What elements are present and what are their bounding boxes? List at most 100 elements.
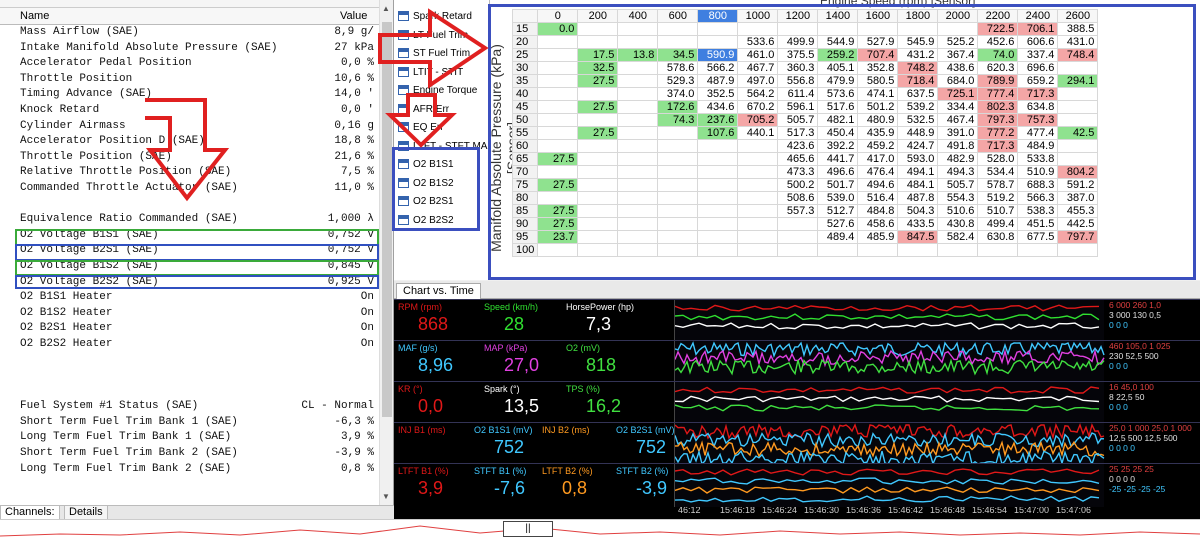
gauge-value: 7,3: [586, 314, 612, 334]
parameter-value: 27 kPa: [334, 41, 374, 54]
gauge-label: INJ B1 (ms): [398, 425, 446, 435]
parameter-row[interactable]: Short Term Fuel Trim Bank 1 (SAE) -6,3 %: [0, 415, 378, 431]
parameter-value: 8,9 g/: [334, 26, 374, 38]
gauge-label: HorsePower (hp): [566, 302, 635, 312]
parameter-row[interactable]: Short Term Fuel Trim Bank 2 (SAE) -3,9 %: [0, 446, 378, 462]
table-icon: [398, 103, 409, 114]
scale-label: 3 000 130 0,5: [1109, 310, 1161, 320]
trace-scale: 6 000 260 1,0 3 000 130 0,5 0 0 0: [1106, 300, 1200, 343]
gauge-label: STFT B1 (%): [474, 466, 527, 476]
chart-row: KR (°) 0,0 Spark (°) 13,5 TPS (%) 16,2 16 45,0…: [394, 381, 1200, 425]
parameter-row[interactable]: Timing Advance (SAE) 14,0 ': [0, 87, 378, 103]
parameter-row[interactable]: Relative Throttle Position (SAE) 7,5 %: [0, 165, 378, 181]
parameter-row[interactable]: [0, 384, 378, 400]
parameter-value: 3,9 %: [340, 431, 374, 444]
parameter-name: O2 B2S1 Heater: [20, 322, 113, 335]
gauge-label: Spark (°): [484, 384, 520, 394]
gauge-label: O2 B1S1 (mV): [474, 425, 533, 435]
parameter-row[interactable]: O2 B2S2 Heater On: [0, 337, 378, 353]
parameter-row[interactable]: Knock Retard 0,0 ': [0, 103, 378, 119]
parameter-row[interactable]: Long Term Fuel Trim Bank 1 (SAE) 3,9 %: [0, 430, 378, 446]
timeline-marker-button[interactable]: ||: [503, 521, 553, 537]
scale-label: 230 52,5 500: [1109, 351, 1159, 361]
parameter-name: Relative Throttle Position (SAE): [20, 166, 232, 179]
parameter-row[interactable]: [0, 368, 378, 384]
parameter-name: Accelerator Position D (SAE): [20, 135, 205, 148]
gauge-group: INJ B1 (ms) O2 B1S1 (mV) 752 INJ B2 (ms) O2 …: [394, 423, 675, 466]
parameter-value: On: [360, 291, 374, 304]
parameter-row[interactable]: [0, 352, 378, 368]
table-icon: [398, 48, 409, 59]
o2-b2s1-highlight-box: [15, 244, 379, 261]
table-icon: [398, 11, 409, 22]
parameter-row[interactable]: Commanded Throttle Actuator (SAE) 11,0 %: [0, 181, 378, 197]
parameter-row[interactable]: Throttle Position 10,6 %: [0, 72, 378, 88]
channel-label: AFR Err: [413, 103, 450, 115]
parameter-name: Throttle Position: [20, 72, 133, 85]
scroll-down-icon[interactable]: ▼: [382, 492, 390, 501]
trace-plot[interactable]: [674, 464, 1104, 507]
parameter-row[interactable]: Cylinder Airmass 0,16 g: [0, 119, 378, 135]
table-icon: [398, 66, 409, 77]
parameter-row[interactable]: Accelerator Position D (SAE) 18,8 %: [0, 134, 378, 150]
app-window: Name Value Mass Airflow (SAE) 8,9 g/Intak…: [0, 0, 1200, 538]
scale-label: 25,0 1 000 25,0 1 000: [1109, 423, 1192, 433]
tab-channels[interactable]: Channels:: [0, 506, 60, 520]
value-column-header[interactable]: Value: [340, 10, 367, 22]
trace-plot[interactable]: [674, 382, 1104, 425]
trace-plot[interactable]: [674, 300, 1104, 343]
parameter-row[interactable]: O2 B2S1 Heater On: [0, 321, 378, 337]
parameter-row[interactable]: [0, 197, 378, 213]
scroll-up-icon[interactable]: ▲: [382, 4, 390, 13]
channel-item[interactable]: ST Fuel Trim: [396, 45, 488, 63]
parameter-row[interactable]: Long Term Fuel Trim Bank 2 (SAE) 0,8 %: [0, 462, 378, 478]
parameter-name: Timing Advance (SAE): [20, 88, 153, 101]
parameter-row[interactable]: Accelerator Pedal Position 0,0 %: [0, 56, 378, 72]
chart-row: RPM (rpm) 868 Speed (km/h) 28 HorsePower (hp…: [394, 299, 1200, 343]
table-icon: [398, 122, 409, 133]
channel-label: LTIT - STIT: [413, 66, 464, 78]
channel-item[interactable]: AFR Err: [396, 101, 488, 119]
scale-label: -25 -25 -25 -25: [1109, 484, 1166, 494]
name-column-header[interactable]: Name: [20, 10, 49, 22]
scale-label: 0 0 0: [1109, 320, 1128, 330]
scale-label: 6 000 260 1,0: [1109, 300, 1161, 310]
gauge-label: LTFT B2 (%): [542, 466, 593, 476]
gauge-value: 752: [494, 437, 525, 457]
trace-plot[interactable]: [674, 423, 1105, 466]
chart-tab-bar: Chart vs. Time: [394, 281, 1200, 299]
parameter-row[interactable]: O2 B1S2 Heater On: [0, 306, 378, 322]
channel-item[interactable]: Engine Torque: [396, 82, 488, 100]
gauge-value: 16,2: [586, 396, 622, 416]
tab-chart-vs-time[interactable]: Chart vs. Time: [396, 283, 481, 299]
parameter-row[interactable]: Mass Airflow (SAE) 8,9 g/: [0, 25, 378, 41]
gauge-label: Speed (km/h): [484, 302, 539, 312]
parameter-row[interactable]: Fuel System #1 Status (SAE) CL - Normal: [0, 399, 378, 415]
parameter-name: Equivalence Ratio Commanded (SAE): [20, 213, 238, 226]
scroll-thumb[interactable]: [382, 22, 392, 417]
parameter-row[interactable]: Equivalence Ratio Commanded (SAE) 1,000 λ: [0, 212, 378, 228]
gauge-group: MAF (g/s) 8,96 MAP (kPa) 27,0 O2 (mV) 818: [394, 341, 672, 384]
channel-item[interactable]: LTIT - STIT: [396, 64, 488, 82]
table-icon: [398, 29, 409, 40]
timeline-strip[interactable]: ||: [0, 519, 1200, 538]
channel-item[interactable]: Spark Retard: [396, 8, 488, 26]
gauge-label: KR (°): [398, 384, 423, 394]
gauge-label: O2 B2S1 (mV): [616, 425, 675, 435]
parameter-value: 11,0 %: [334, 181, 374, 194]
channel-item[interactable]: EQ Err: [396, 119, 488, 137]
chart-row: MAF (g/s) 8,96 MAP (kPa) 27,0 O2 (mV) 818 460 …: [394, 340, 1200, 384]
trace-plot[interactable]: [674, 341, 1105, 384]
channel-item[interactable]: LT Fuel Trim: [396, 27, 488, 45]
parameter-panel: Name Value Mass Airflow (SAE) 8,9 g/Intak…: [0, 0, 394, 505]
tab-details[interactable]: Details: [64, 506, 108, 520]
gauge-value: 818: [586, 355, 617, 375]
parameter-row[interactable]: O2 B1S1 Heater On: [0, 290, 378, 306]
parameter-value: 1,000 λ: [327, 213, 374, 226]
parameter-row[interactable]: Throttle Position (SAE) 21,6 %: [0, 150, 378, 166]
parameter-scrollbar[interactable]: ▲ ▼: [379, 0, 393, 505]
parameter-value: -6,3 %: [334, 415, 374, 428]
parameter-row[interactable]: Intake Manifold Absolute Pressure (SAE) 2…: [0, 41, 378, 57]
parameter-name: Long Term Fuel Trim Bank 2 (SAE): [20, 462, 232, 475]
gauge-label: INJ B2 (ms): [542, 425, 590, 435]
